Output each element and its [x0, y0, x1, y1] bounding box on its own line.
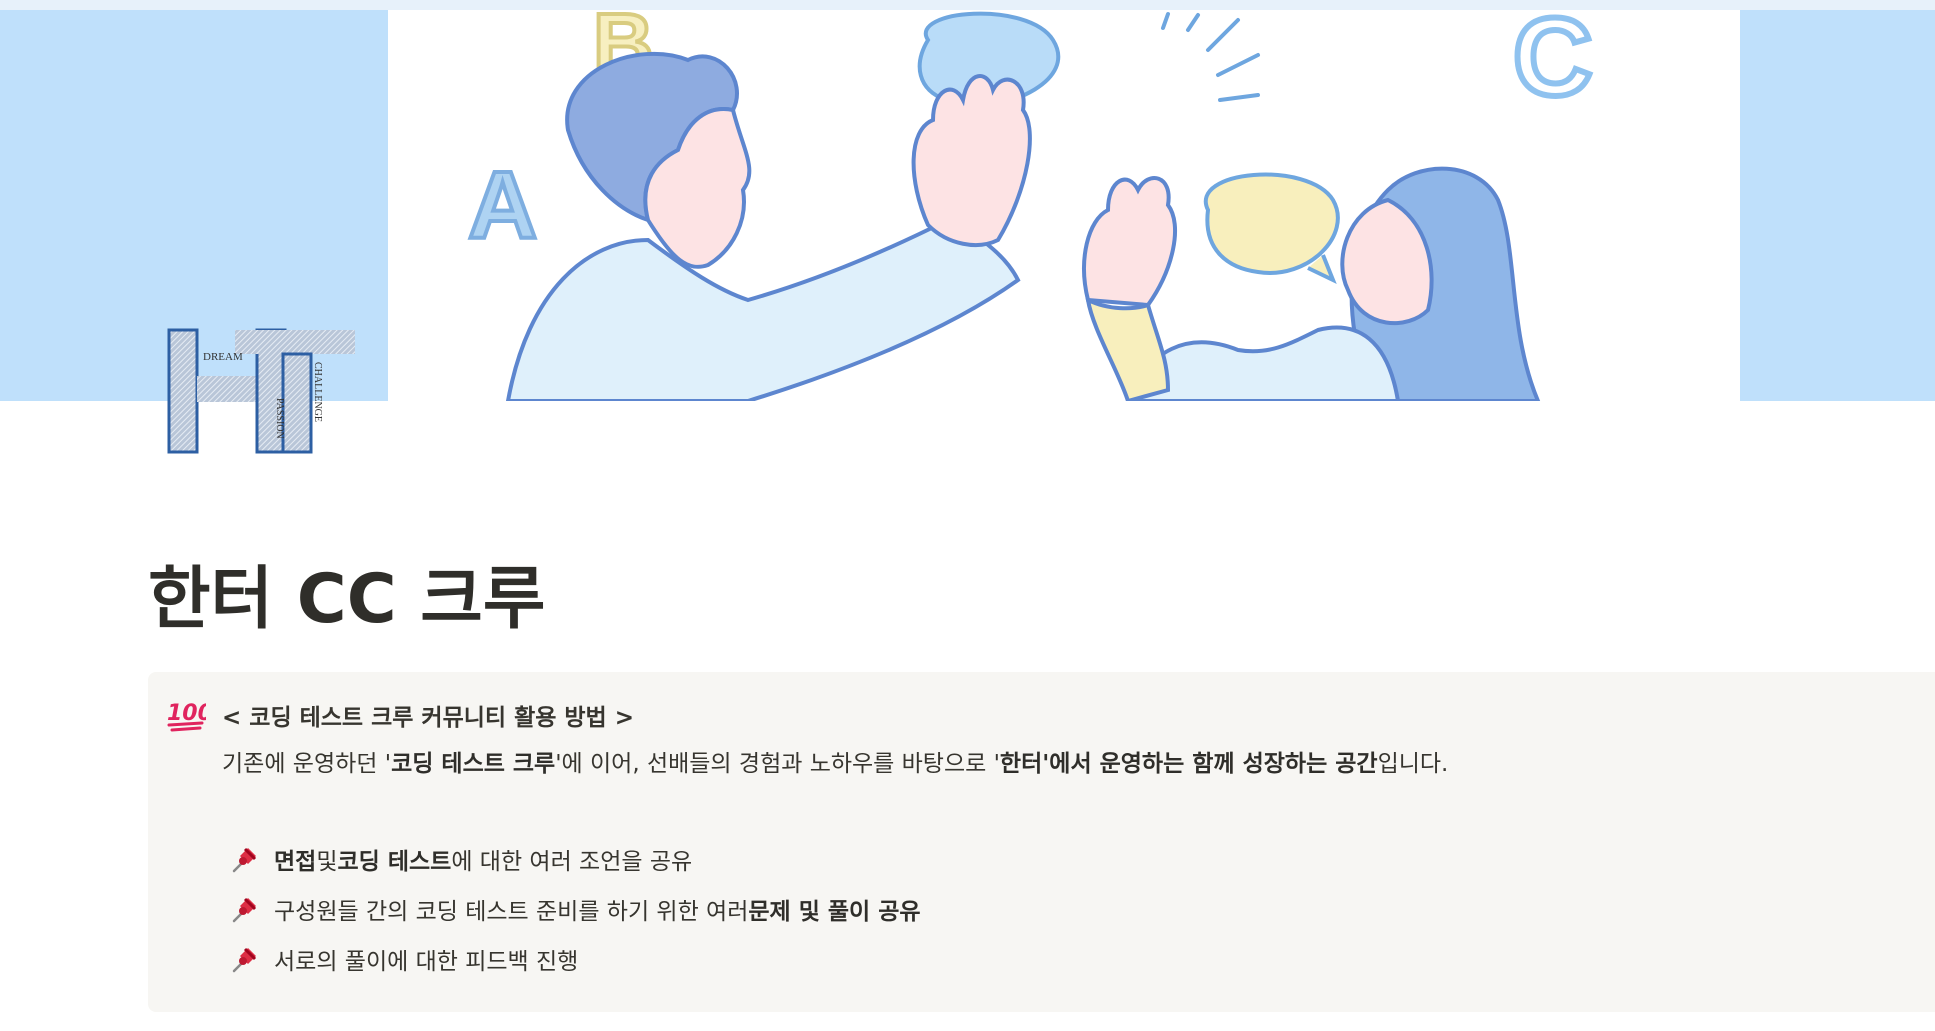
logo-word-passion: PASSION: [274, 398, 285, 439]
bullet-text: 구성원들 간의 코딩 테스트 준비를 하기 위한 여러: [274, 899, 749, 925]
man-figure: [505, 51, 1032, 401]
sparkle-lines: [1161, 12, 1260, 102]
bullet-item-feedback: 서로의 풀이에 대한 피드백 진행: [230, 942, 578, 976]
pushpin-icon: [230, 944, 260, 974]
cover-letter-c: C: [1513, 10, 1592, 119]
high-five-illustration: A B C: [466, 10, 1595, 401]
logo-word-challenge: CHALLENGE: [312, 362, 323, 422]
bullet-item-problems: 구성원들 간의 코딩 테스트 준비를 하기 위한 여러 문제 및 풀이 공유: [230, 892, 921, 926]
bullet-text: 및: [316, 849, 338, 875]
body-bold-2: 한터'에서 운영하는 함께 성장하는 공간: [999, 751, 1378, 777]
hundred-points-icon[interactable]: 100: [166, 696, 213, 732]
callout-block[interactable]: 100 < 코딩 테스트 크루 커뮤니티 활용 방법 > 기존에 운영하던 '코…: [148, 672, 1935, 1012]
body-text-3: 입니다.: [1377, 751, 1449, 777]
bullet-bold: 면접: [274, 849, 317, 875]
cover-illustration: A B C: [388, 10, 1740, 401]
callout-heading: < 코딩 테스트 크루 커뮤니티 활용 방법 >: [222, 705, 634, 731]
body-text-1: 기존에 운영하던 ': [222, 751, 392, 777]
body-bold-1: 코딩 테스트 크루: [391, 751, 556, 777]
pushpin-icon: [230, 844, 260, 874]
bullet-text: 에 대한 여러 조언을 공유: [451, 849, 693, 875]
bullet-bold: 문제 및 풀이 공유: [748, 899, 921, 925]
top-strip: [0, 0, 1935, 10]
ht-logo-icon[interactable]: DREAM PASSION CHALLENGE: [165, 326, 359, 456]
bullet-item-interview: 면접 및 코딩 테스트 에 대한 여러 조언을 공유: [230, 842, 692, 876]
cover-letter-a: A: [468, 152, 537, 259]
callout-description: 기존에 운영하던 '코딩 테스트 크루'에 이어, 선배들의 경험과 노하우를 …: [222, 744, 1448, 778]
bullet-text: 서로의 풀이에 대한 피드백 진행: [274, 949, 579, 975]
ht-logo-image: DREAM PASSION CHALLENGE: [167, 328, 355, 454]
page-title[interactable]: 한터 CC 크루: [148, 552, 545, 648]
speech-bubble-yellow: [1203, 172, 1340, 285]
logo-word-dream: DREAM: [203, 351, 243, 363]
pushpin-icon: [230, 894, 260, 924]
body-text-2: '에 이어, 선배들의 경험과 노하우를 바탕으로 ': [555, 751, 1000, 777]
bullet-bold: 코딩 테스트: [337, 849, 452, 875]
